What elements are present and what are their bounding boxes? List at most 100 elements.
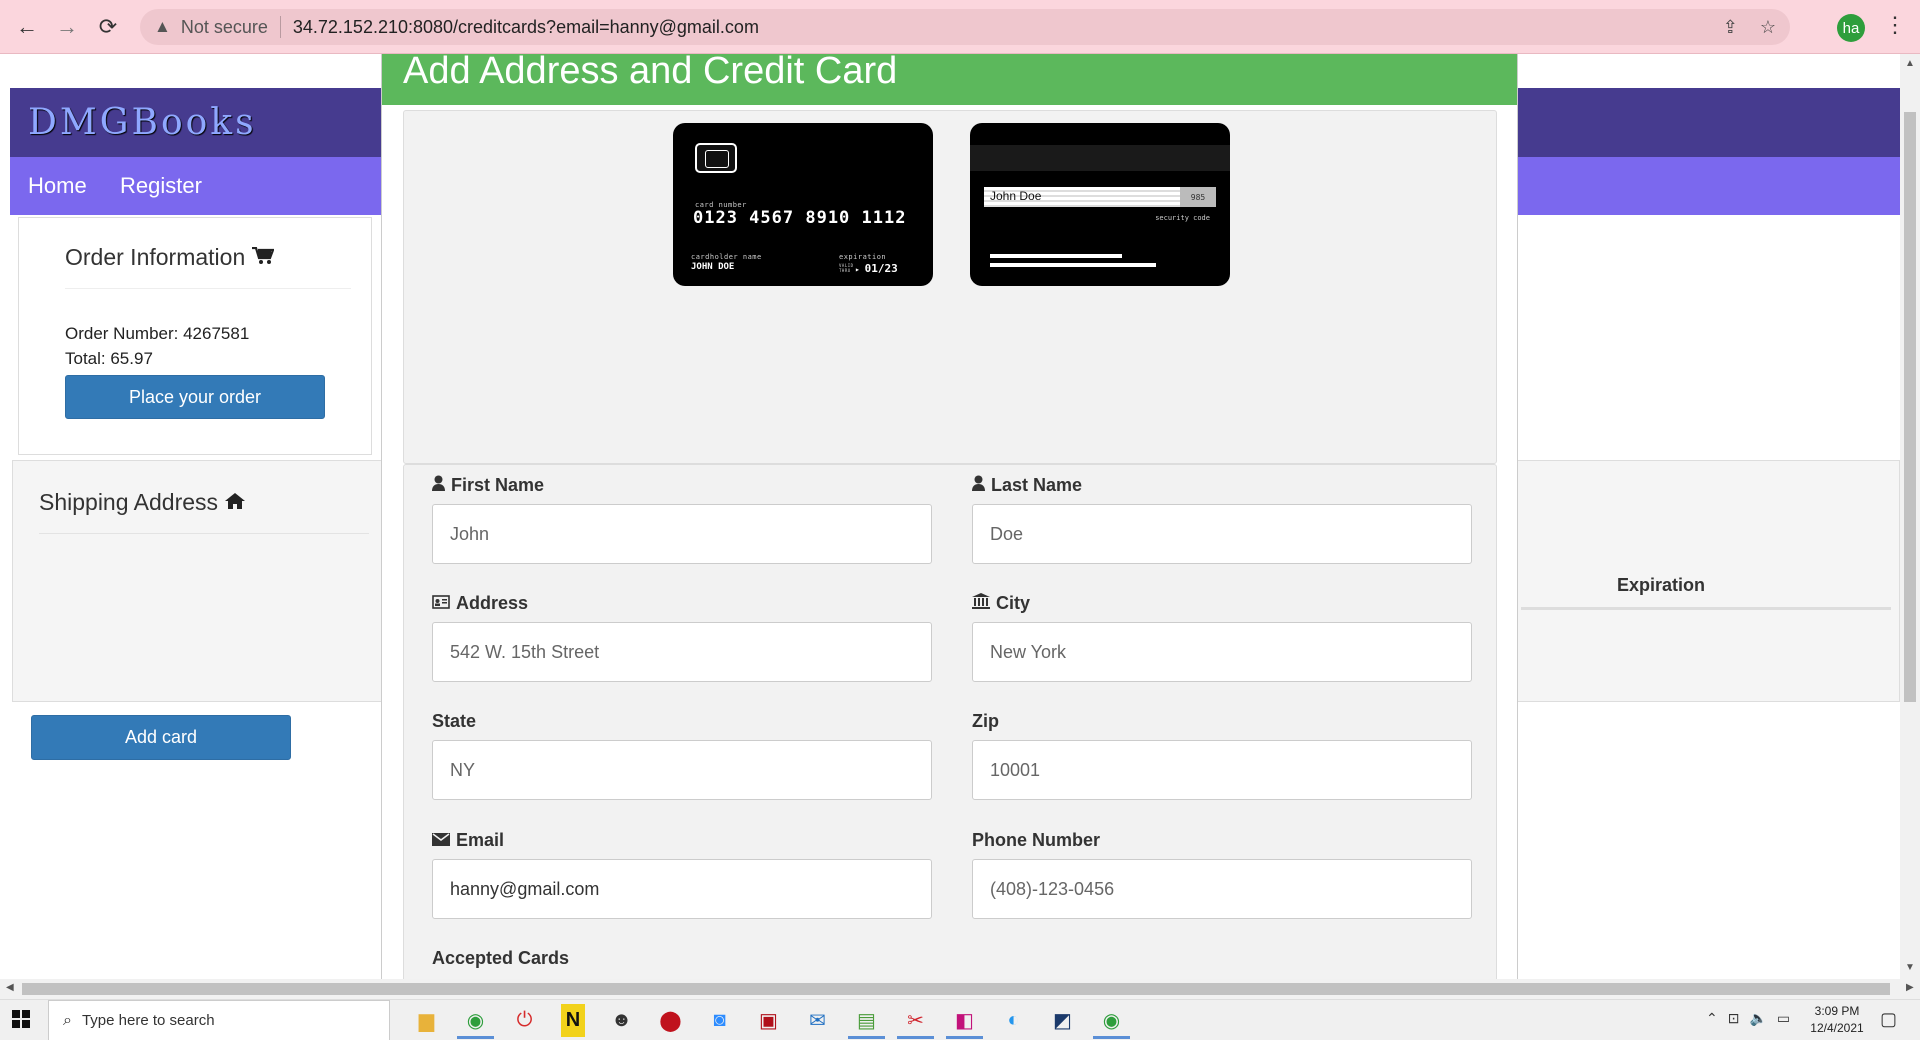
warning-icon[interactable]: ▲ <box>154 17 171 37</box>
address-input[interactable]: 542 W. 15th Street <box>432 622 932 682</box>
card-preview-area: card number 0123 4567 8910 1112 cardhold… <box>403 110 1497 464</box>
home-icon <box>224 489 246 515</box>
forward-arrow-icon[interactable]: → <box>52 12 82 42</box>
card-number: 0123 4567 8910 1112 <box>693 208 907 228</box>
card-back-preview: John Doe 985 security code <box>970 123 1230 286</box>
add-card-button[interactable]: Add card <box>31 715 291 760</box>
mail-icon[interactable]: ✉ <box>793 1004 842 1037</box>
cardholder-name: JOHN DOE <box>691 262 735 272</box>
horizontal-scrollbar[interactable]: ◀ ▶ <box>0 979 1920 999</box>
first-name-input[interactable]: John <box>432 504 932 564</box>
order-total: Total: 65.97 <box>65 349 153 368</box>
chevron-up-icon[interactable]: ⌃ <box>1706 1010 1718 1027</box>
docker-icon[interactable]: ◐ <box>989 1004 1038 1037</box>
last-name-placeholder: Doe <box>990 523 1024 544</box>
divider <box>65 288 351 289</box>
state-input[interactable]: NY <box>432 740 932 800</box>
address-card-icon <box>432 593 450 614</box>
modal-header: Add Address and Credit Card <box>382 54 1517 105</box>
address-label: Address <box>432 593 528 614</box>
avatar-app-icon[interactable]: ☻ <box>597 1004 646 1037</box>
file-explorer-icon[interactable]: ▆ <box>402 1004 451 1037</box>
cardholder-label: cardholder name <box>691 253 762 261</box>
network-icon[interactable]: ⊡ <box>1728 1010 1740 1027</box>
back-arrow-icon[interactable]: ← <box>12 12 42 42</box>
arrow-icon: ▸ <box>855 265 865 274</box>
search-icon: ⌕ <box>63 1011 72 1029</box>
taskbar-search-box[interactable]: ⌕ Type here to search <box>48 1000 390 1040</box>
zoom-icon[interactable]: ◙ <box>695 1004 744 1037</box>
expiration-column-header: Expiration <box>1617 575 1706 595</box>
phone-number-input[interactable]: (408)-123-0456 <box>972 859 1472 919</box>
zip-label: Zip <box>972 711 999 731</box>
bookmark-star-icon[interactable]: ☆ <box>1760 17 1776 38</box>
taskbar-search-placeholder: Type here to search <box>81 1012 215 1029</box>
vertical-scroll-thumb[interactable] <box>1904 112 1916 702</box>
shipping-address-title-text: Shipping Address <box>39 489 219 515</box>
last-name-input[interactable]: Doe <box>972 504 1472 564</box>
email-input[interactable]: hanny@gmail.com <box>432 859 932 919</box>
state-label: State <box>432 711 477 731</box>
volume-icon[interactable]: 🔈 <box>1749 1010 1766 1027</box>
city-placeholder: New York <box>990 641 1067 662</box>
zip-input[interactable]: 10001 <box>972 740 1472 800</box>
share-icon[interactable]: ⇪ <box>1723 17 1738 38</box>
phone-number-placeholder: (408)-123-0456 <box>990 878 1115 899</box>
city-label-text: City <box>996 593 1031 613</box>
card-expiration: ▸ 01/23 <box>855 262 898 275</box>
nav-home-link[interactable]: Home <box>28 173 87 199</box>
power-app-icon[interactable]: ⏻ <box>500 1004 549 1037</box>
address-bar[interactable]: ▲ Not secure 34.72.152.210:8080/creditca… <box>140 9 1790 45</box>
magnetic-strip <box>970 145 1230 171</box>
order-number: Order Number: 4267581 <box>65 324 250 343</box>
chrome-profile-icon[interactable]: ◉ <box>1087 1004 1136 1039</box>
notepad-n-icon[interactable]: N <box>561 1004 585 1037</box>
brand-logo[interactable]: DMGBooks <box>28 102 257 143</box>
intellij-icon[interactable]: ◧ <box>940 1004 989 1039</box>
system-clock[interactable]: 3:09 PM 12/4/2021 <box>1800 1003 1874 1037</box>
shopping-cart-icon <box>251 244 275 270</box>
table-header-underline <box>1521 607 1891 610</box>
card-front-preview: card number 0123 4567 8910 1112 cardhold… <box>673 123 933 286</box>
security-label[interactable]: Not secure <box>181 17 268 38</box>
vertical-scrollbar[interactable]: ▲ ▼ <box>1900 54 1920 979</box>
reload-icon[interactable]: ⟳ <box>93 12 123 42</box>
place-order-button[interactable]: Place your order <box>65 375 325 419</box>
card-chip-icon <box>695 143 737 173</box>
display-icon[interactable]: ▭ <box>1777 1010 1790 1027</box>
horizontal-scroll-thumb[interactable] <box>22 983 1890 995</box>
last-name-label-text: Last Name <box>991 475 1083 495</box>
media-app-icon[interactable]: ▣ <box>744 1004 793 1037</box>
user-icon <box>972 475 985 496</box>
city-input[interactable]: New York <box>972 622 1472 682</box>
last-name-label: Last Name <box>972 475 1082 496</box>
chrome-icon[interactable]: ◉ <box>451 1004 500 1039</box>
code-editor-icon[interactable]: ◩ <box>1038 1004 1087 1037</box>
scroll-up-arrow-icon[interactable]: ▲ <box>1905 58 1915 69</box>
scroll-left-arrow-icon[interactable]: ◀ <box>6 982 14 993</box>
snipping-tool-icon[interactable]: ✂ <box>891 1004 940 1039</box>
first-name-placeholder: John <box>450 523 490 544</box>
accepted-cards-label: Accepted Cards <box>432 948 570 968</box>
system-tray: ⌃ ⊡ 🔈 ▭ <box>1706 1010 1790 1027</box>
order-information-title: Order Information <box>65 244 275 271</box>
url-text[interactable]: 34.72.152.210:8080/creditcards?email=han… <box>293 17 759 38</box>
windows-start-icon[interactable] <box>12 1010 30 1034</box>
menu-kebab-icon[interactable]: ⋮ <box>1884 12 1906 38</box>
modal-title: Add Address and Credit Card <box>403 54 898 92</box>
taskbar-apps: ▆ ◉ ⏻ N ☻ ⬤ ◙ ▣ ✉ ▤ ✂ ◧ ◐ ◩ ◉ <box>402 1004 1136 1039</box>
red-app-icon[interactable]: ⬤ <box>646 1004 695 1037</box>
profile-avatar[interactable]: ha <box>1837 14 1865 42</box>
expiration-label: expiration <box>839 253 887 261</box>
scroll-right-arrow-icon[interactable]: ▶ <box>1906 982 1914 993</box>
cvv-value: 985 <box>1180 187 1216 207</box>
card-line <box>990 254 1122 258</box>
city-label: City <box>972 593 1030 614</box>
notes-app-icon[interactable]: ▤ <box>842 1004 891 1039</box>
notifications-icon[interactable]: ▢ <box>1880 1009 1897 1030</box>
add-card-modal: Add Address and Credit Card card number … <box>381 54 1518 979</box>
scroll-down-arrow-icon[interactable]: ▼ <box>1905 962 1915 973</box>
nav-register-link[interactable]: Register <box>120 173 202 199</box>
security-code-label: security code <box>1155 214 1210 222</box>
address-placeholder: 542 W. 15th Street <box>450 641 600 662</box>
